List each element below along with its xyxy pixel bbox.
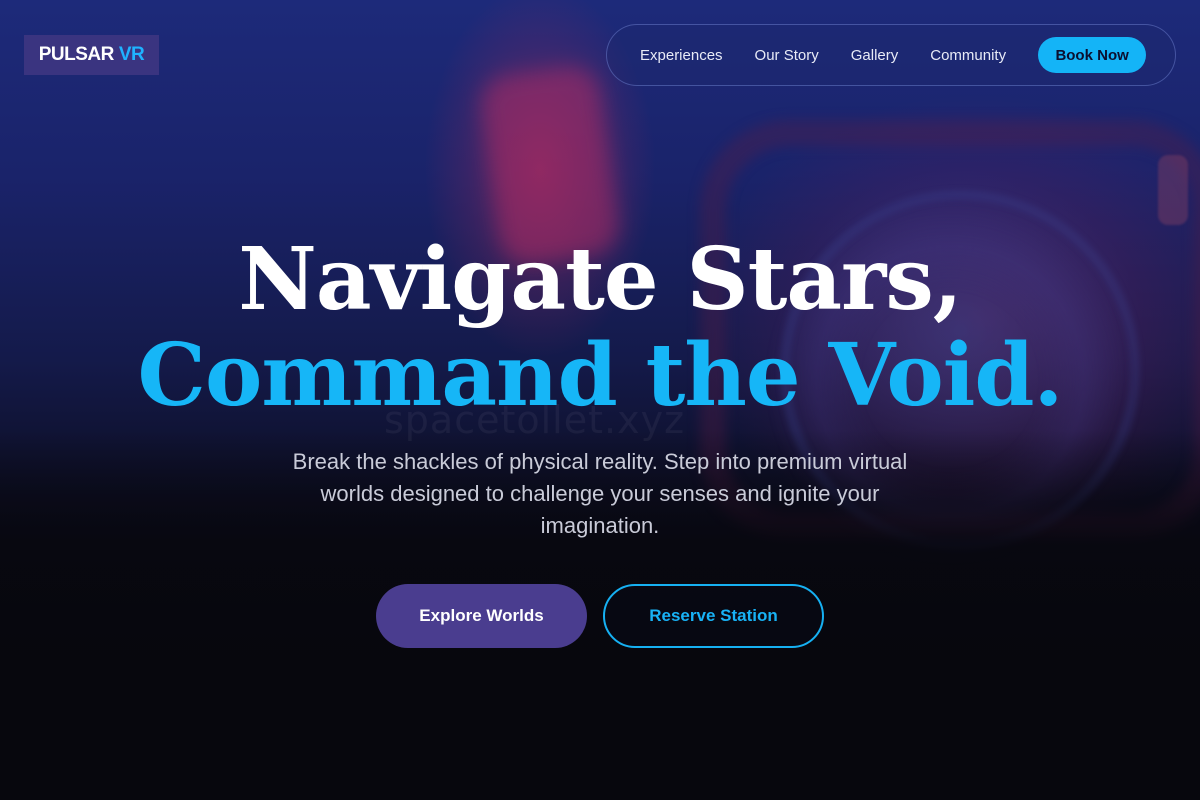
hero-section: Navigate Stars, Command the Void. Break … xyxy=(0,232,1200,542)
brand-name: PULSAR xyxy=(38,44,115,65)
nav-link-experiences[interactable]: Experiences xyxy=(640,47,723,64)
main-nav: Experiences Our Story Gallery Community … xyxy=(606,24,1176,86)
book-now-button[interactable]: Book Now xyxy=(1038,37,1147,73)
headline-line-2: Command the Void. xyxy=(137,325,1064,426)
site-header: PULSAR VR Experiences Our Story Gallery … xyxy=(0,0,1200,100)
explore-worlds-button[interactable]: Explore Worlds xyxy=(376,584,587,648)
headline-line-1: Navigate Stars, xyxy=(238,229,962,330)
nav-link-gallery[interactable]: Gallery xyxy=(851,47,899,64)
hero-subtitle: Break the shackles of physical reality. … xyxy=(292,449,908,538)
reserve-station-button[interactable]: Reserve Station xyxy=(603,584,824,648)
hero-headline: Navigate Stars, Command the Void. xyxy=(0,232,1200,424)
brand-suffix: VR xyxy=(118,44,145,65)
nav-link-our-story[interactable]: Our Story xyxy=(755,47,819,64)
brand-logo[interactable]: PULSAR VR xyxy=(24,35,159,75)
nav-link-community[interactable]: Community xyxy=(930,47,1006,64)
hero-actions: Explore Worlds Reserve Station xyxy=(0,584,1200,648)
vr-headset-knob xyxy=(1158,155,1188,225)
